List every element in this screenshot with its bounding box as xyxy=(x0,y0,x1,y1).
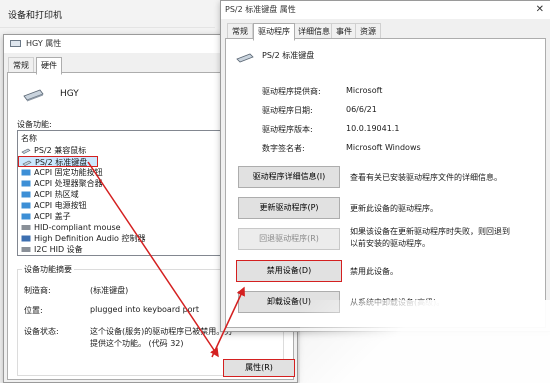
location-label: 位置: xyxy=(24,306,43,315)
list-item[interactable]: ACPI 固定功能按钮 xyxy=(18,167,224,178)
tab-hardware[interactable]: 硬件 xyxy=(36,57,62,75)
hid-icon xyxy=(21,247,31,252)
keyboard-icon xyxy=(22,160,32,166)
tab-resources[interactable]: 资源 xyxy=(355,23,381,39)
list-item[interactable]: ACPI 热区域 xyxy=(18,189,224,200)
status-line-2: 提供这个功能。 (代码 32) xyxy=(90,339,184,348)
rollback-driver-button[interactable]: 回退驱动程序(R) xyxy=(238,228,340,250)
dialog-title: PS/2 标准键盘 属性 xyxy=(225,5,296,14)
list-item[interactable]: I2C HID 设备 xyxy=(18,244,224,255)
system-device-icon xyxy=(21,180,31,187)
location-value: plugged into keyboard port xyxy=(90,305,199,314)
rollback-driver-desc-2: 以前安装的驱动程序。 xyxy=(350,239,430,248)
settings-page-title: 设备和打印机 xyxy=(8,11,63,21)
driver-version-value: 10.0.19041.1 xyxy=(346,124,400,133)
disable-device-desc: 禁用此设备。 xyxy=(350,267,398,276)
keyboard-icon xyxy=(10,40,21,47)
device-name: HGY xyxy=(60,89,79,99)
list-item[interactable]: High Definition Audio 控制器 xyxy=(18,233,224,244)
tab-general[interactable]: 常规 xyxy=(227,23,253,39)
tab-events[interactable]: 事件 xyxy=(331,23,357,39)
device-summary-label: 设备功能摘要 xyxy=(22,264,74,275)
system-device-icon xyxy=(21,213,31,220)
column-header-name[interactable]: 名称 xyxy=(21,133,37,144)
list-item[interactable]: HID-compliant mouse xyxy=(18,222,224,233)
driver-date-value: 06/6/21 xyxy=(346,105,377,114)
tab-general[interactable]: 常规 xyxy=(8,57,34,73)
system-device-icon xyxy=(21,169,31,176)
mouse-icon xyxy=(21,148,31,154)
list-item[interactable]: ACPI 电源按钮 xyxy=(18,200,224,211)
close-icon[interactable]: ✕ xyxy=(536,1,544,19)
audio-controller-icon xyxy=(21,235,31,242)
tab-bar: 常规 驱动程序 详细信息 事件 资源 xyxy=(221,23,550,41)
driver-provider-label: 驱动程序提供商: xyxy=(262,87,321,96)
tab-details[interactable]: 详细信息 xyxy=(293,23,335,39)
status-label: 设备状态: xyxy=(24,327,59,336)
driver-details-desc: 查看有关已安装驱动程序文件的详细信息。 xyxy=(350,173,502,182)
device-functions-label: 设备功能: xyxy=(17,120,52,129)
system-device-icon xyxy=(21,202,31,209)
update-driver-button[interactable]: 更新驱动程序(P) xyxy=(238,197,340,219)
list-item[interactable]: PS/2 兼容鼠标 xyxy=(18,145,224,156)
keyboard-icon xyxy=(23,89,44,102)
rollback-driver-desc-1: 如果该设备在更新驱动程序时失败，则回退到 xyxy=(350,227,510,236)
dialog-title: HGY 属性 xyxy=(26,39,62,48)
system-device-icon xyxy=(21,191,31,198)
ps2-keyboard-properties-dialog: PS/2 标准键盘 属性 ✕ 常规 驱动程序 详细信息 事件 资源 PS/2 标… xyxy=(220,0,550,332)
driver-details-button[interactable]: 驱动程序详细信息(I) xyxy=(238,166,340,188)
manufacturer-value: (标准键盘) xyxy=(90,286,129,295)
manufacturer-label: 制造商: xyxy=(24,286,51,295)
tab-driver[interactable]: 驱动程序 xyxy=(253,23,295,41)
keyboard-icon xyxy=(236,53,254,63)
digital-signer-value: Microsoft Windows xyxy=(346,143,421,152)
faded-overlay xyxy=(300,300,550,383)
driver-tab-panel: PS/2 标准键盘 驱动程序提供商: Microsoft 驱动程序日期: 06/… xyxy=(225,38,546,328)
disable-device-button[interactable]: 禁用设备(D) xyxy=(236,260,342,282)
list-item[interactable]: ACPI 处理器聚合器 xyxy=(18,178,224,189)
digital-signer-label: 数字签名者: xyxy=(262,144,305,153)
list-item[interactable]: ACPI 盖子 xyxy=(18,211,224,222)
list-item-ps2-keyboard[interactable]: PS/2 标准键盘 xyxy=(18,156,98,167)
driver-provider-value: Microsoft xyxy=(346,86,383,95)
update-driver-desc: 更新此设备的驱动程序。 xyxy=(350,204,438,213)
status-line-1: 这个设备(服务)的驱动程序已被禁用。另 xyxy=(90,327,233,336)
device-name: PS/2 标准键盘 xyxy=(262,51,315,60)
divider xyxy=(0,27,215,28)
driver-date-label: 驱动程序日期: xyxy=(262,106,313,115)
hid-icon xyxy=(21,225,31,230)
dialog-titlebar: PS/2 标准键盘 属性 ✕ xyxy=(221,1,550,19)
driver-version-label: 驱动程序版本: xyxy=(262,125,313,134)
properties-button[interactable]: 属性(R) xyxy=(223,359,295,377)
